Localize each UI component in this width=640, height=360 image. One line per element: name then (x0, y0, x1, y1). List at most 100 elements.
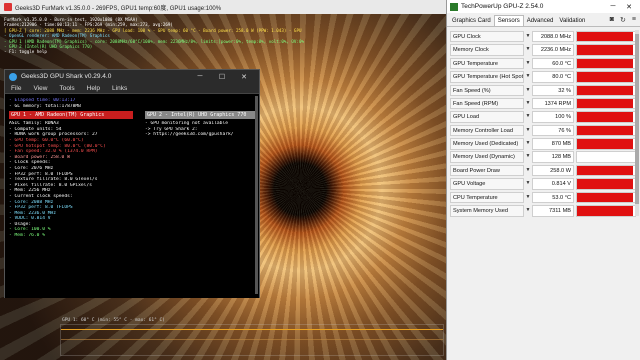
gpushark-window[interactable]: Geeks3D GPU Shark v0.29.4.0 ─ ☐ ✕ File Vi… (4, 69, 260, 298)
sensor-graph (576, 205, 636, 217)
sensor-graph-fill (577, 85, 634, 95)
chevron-down-icon[interactable]: ▼ (524, 71, 532, 83)
sensor-graph-fill (577, 112, 634, 122)
sensor-label: GPU Clock (450, 30, 524, 43)
chevron-down-icon[interactable]: ▼ (524, 192, 532, 204)
sensor-label: CPU Temperature (450, 191, 524, 204)
gpu2-info-line: -> https://geeks3d.com/gpushark/ (145, 132, 234, 138)
gpuz-titlebar[interactable]: TechPowerUp GPU-Z 2.54.0 ─ ✕ (447, 0, 640, 13)
gpuz-logo-icon (450, 2, 458, 11)
gpushark-right-column: GPU 2 - Intel(R) UHD Graphics 770 - GPU … (145, 98, 255, 138)
close-icon[interactable]: ✕ (233, 73, 255, 81)
temperature-graph-label: GPU 1: 60° C (min: 55° C - max: 61° C) (62, 318, 165, 323)
menu-item-tools[interactable]: Tools (59, 85, 74, 92)
sensor-value: 60.0 °C (532, 57, 574, 70)
desktop: Geeks3D FurMark v1.35.0.0 - 269FPS, GPU1… (0, 0, 640, 360)
sensor-value: 870 MB (532, 138, 574, 150)
chevron-down-icon[interactable]: ▼ (524, 205, 532, 217)
gpu1-header: GPU 1 - AMD Radeon(TM) Graphics (9, 111, 133, 120)
sensor-graph (576, 71, 636, 83)
tab-sensors[interactable]: Sensors (493, 15, 524, 26)
tab-advanced[interactable]: Advanced (524, 16, 557, 26)
furmark-title: Geeks3D FurMark v1.35.0.0 - 269FPS, GPU1… (15, 5, 222, 12)
gpu1-details: ASIC family: RDNA3- Compute units: 54- R… (9, 121, 133, 238)
sensor-value: 76 % (532, 124, 574, 137)
temperature-graph-line (61, 329, 443, 330)
furmark-logo-icon (4, 3, 12, 11)
sensor-scrollbar-thumb[interactable] (635, 34, 639, 204)
gpuz-title: TechPowerUp GPU-Z 2.54.0 (461, 3, 544, 10)
sensor-graph-fill (577, 206, 634, 216)
sensor-value: 1374 RPM (532, 97, 574, 110)
sensor-graph (576, 84, 636, 96)
sensor-value: 80.0 °C (532, 71, 574, 83)
sensor-graph (576, 124, 636, 137)
minimize-icon[interactable]: ─ (189, 73, 211, 80)
sensor-value: 128 MB (532, 151, 574, 163)
sensor-value: 258.0 W (532, 164, 574, 177)
chevron-down-icon[interactable]: ▼ (524, 58, 532, 70)
sensor-value: 100 % (532, 111, 574, 123)
sensor-value: 2236.0 MHz (532, 44, 574, 56)
menu-item-view[interactable]: View (33, 85, 47, 92)
sensor-row: GPU Voltage ▼ 0.814 V (450, 177, 636, 190)
sensor-label: Fan Speed (%) (450, 84, 524, 96)
chevron-down-icon[interactable]: ▼ (524, 178, 532, 190)
gpushark-title: Geeks3D GPU Shark v0.29.4.0 (21, 73, 112, 80)
close-icon[interactable]: ✕ (621, 3, 637, 11)
sensor-row: System Memory Used ▼ 7311 MB (450, 204, 636, 217)
gpushark-menubar: File View Tools Help Links (5, 83, 259, 94)
sensor-label: Memory Clock (450, 44, 524, 56)
menu-item-help[interactable]: Help (87, 85, 100, 92)
sensor-graph-fill (577, 179, 634, 189)
maximize-icon[interactable]: ☐ (211, 73, 233, 81)
sensor-label: System Memory Used (450, 205, 524, 217)
sensor-graph (576, 164, 636, 177)
gpu1-info-line: - Mem: 76.0 % (9, 233, 45, 239)
chevron-down-icon[interactable]: ▼ (524, 98, 532, 110)
temperature-graph-line-secondary (61, 339, 443, 340)
sensor-value: 7311 MB (532, 205, 574, 217)
menu-icon[interactable]: ≡ (632, 16, 636, 24)
sensor-graph (576, 111, 636, 123)
tab-graphics-card[interactable]: Graphics Card (449, 16, 494, 26)
sensor-row: Memory Clock ▼ 2236.0 MHz (450, 43, 636, 56)
osd-line: - F1: toggle help (4, 49, 47, 55)
chevron-down-icon[interactable]: ▼ (524, 44, 532, 56)
sensor-value: 32 % (532, 84, 574, 96)
tab-validation[interactable]: Validation (556, 16, 588, 26)
chevron-down-icon[interactable]: ▼ (524, 138, 532, 150)
gpuz-window[interactable]: TechPowerUp GPU-Z 2.54.0 ─ ✕ Graphics Ca… (446, 0, 640, 360)
sensor-label: GPU Temperature (Hot Spot) (450, 71, 524, 83)
sensor-graph (576, 44, 636, 56)
sensor-row: GPU Load ▼ 100 % (450, 110, 636, 123)
gpushark-scrollbar[interactable] (255, 96, 258, 294)
sensor-graph-fill (577, 192, 634, 203)
summary-line: - GL memory: total:17878MB (9, 103, 81, 109)
sensor-row: GPU Clock ▼ 2088.0 MHz (450, 30, 636, 43)
refresh-icon[interactable]: ↻ (620, 16, 626, 24)
sensor-value: 0.814 V (532, 178, 574, 190)
camera-icon[interactable]: ◙ (610, 16, 614, 24)
sensor-graph-fill (577, 45, 634, 55)
furmark-titlebar[interactable]: Geeks3D FurMark v1.35.0.0 - 269FPS, GPU1… (0, 0, 446, 14)
sensor-scrollbar[interactable] (635, 30, 639, 216)
sensor-row: CPU Temperature ▼ 53.0 °C (450, 191, 636, 204)
sensor-row: Fan Speed (RPM) ▼ 1374 RPM (450, 97, 636, 110)
chevron-down-icon[interactable]: ▼ (524, 165, 532, 177)
gpushark-titlebar[interactable]: Geeks3D GPU Shark v0.29.4.0 ─ ☐ ✕ (5, 70, 259, 83)
chevron-down-icon[interactable]: ▼ (524, 125, 532, 137)
minimize-icon[interactable]: ─ (605, 3, 621, 10)
sensor-row: Board Power Draw ▼ 258.0 W (450, 164, 636, 177)
chevron-down-icon[interactable]: ▼ (524, 85, 532, 97)
menu-item-links[interactable]: Links (112, 85, 127, 92)
sensor-graph (576, 178, 636, 190)
sensor-graph-fill (577, 58, 634, 69)
sensor-label: Memory Used (Dedicated) (450, 138, 524, 150)
chevron-down-icon[interactable]: ▼ (524, 111, 532, 123)
sensor-graph-fill (577, 31, 634, 42)
chevron-down-icon[interactable]: ▼ (524, 31, 532, 43)
chevron-down-icon[interactable]: ▼ (524, 151, 532, 163)
menu-item-file[interactable]: File (11, 85, 21, 92)
sensor-label: GPU Load (450, 111, 524, 123)
